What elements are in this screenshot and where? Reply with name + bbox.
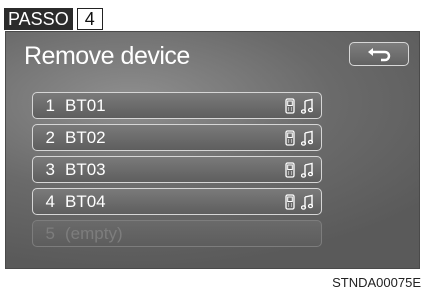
device-row-3[interactable]: 3 BT03 [32, 156, 322, 183]
device-name: BT01 [65, 95, 106, 115]
device-name: BT02 [65, 127, 106, 147]
step-indicator: PASSO 4 [4, 8, 103, 30]
device-number: 1 [45, 95, 55, 115]
device-screen: Remove device 1 BT01 2 BT02 3 BT03 4 BT0… [5, 31, 420, 269]
figure-code: STNDA00075E [332, 275, 421, 290]
device-name: BT04 [65, 191, 106, 211]
device-number: 5 [45, 223, 55, 243]
phone-icon [285, 161, 295, 178]
music-note-icon [301, 162, 313, 178]
device-name: (empty) [65, 223, 123, 243]
page-title: Remove device [24, 42, 190, 70]
phone-icon [285, 129, 295, 146]
device-number: 3 [45, 159, 55, 179]
device-list: 1 BT01 2 BT02 3 BT03 4 BT04 5 (empty) [32, 92, 322, 252]
device-row-2[interactable]: 2 BT02 [32, 124, 322, 151]
device-row-4[interactable]: 4 BT04 [32, 188, 322, 215]
device-row-1[interactable]: 1 BT01 [32, 92, 322, 119]
return-arrow-icon [368, 48, 391, 62]
device-name: BT03 [65, 159, 106, 179]
step-word: PASSO [4, 8, 73, 30]
music-note-icon [301, 98, 313, 114]
music-note-icon [301, 194, 313, 210]
device-row-5: 5 (empty) [32, 220, 322, 247]
step-number: 4 [76, 8, 103, 30]
phone-icon [285, 97, 295, 114]
phone-icon [285, 193, 295, 210]
device-number: 2 [45, 127, 55, 147]
device-number: 4 [45, 191, 55, 211]
back-button[interactable] [349, 42, 409, 66]
music-note-icon [301, 130, 313, 146]
